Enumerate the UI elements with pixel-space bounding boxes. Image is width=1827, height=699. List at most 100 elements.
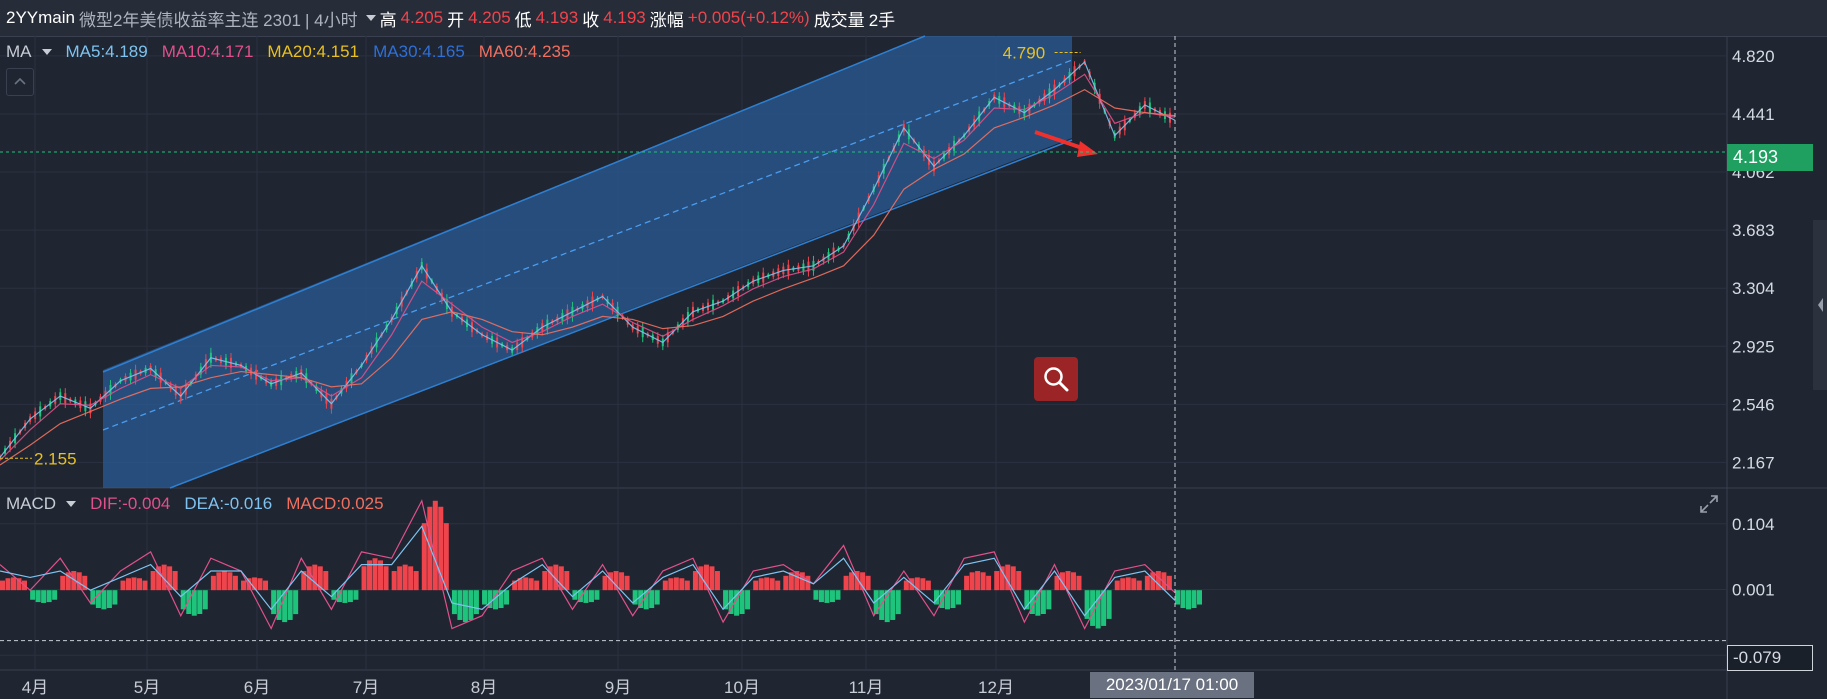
- macd-histogram-bar: [986, 575, 992, 591]
- macd-histogram-bar: [221, 571, 227, 591]
- macd-histogram-bar: [101, 590, 107, 610]
- macd-histogram-bar: [649, 590, 655, 609]
- time-tick-label: 12月: [978, 678, 1014, 697]
- high-price-label: 4.790: [1003, 44, 1046, 63]
- dea-value: DEA:-0.016: [184, 494, 273, 513]
- trend-channel: [103, 36, 1072, 488]
- macd-histogram-bar: [775, 580, 781, 591]
- collapse-button[interactable]: [6, 68, 34, 96]
- macd-histogram-bar: [263, 580, 269, 591]
- macd-histogram-bar: [1125, 577, 1131, 591]
- macd-crosshair-tag: -0.079: [1727, 645, 1813, 671]
- macd-histogram-bar: [824, 590, 830, 603]
- macd-histogram-bar: [1144, 575, 1150, 591]
- search-icon: [1044, 367, 1069, 392]
- macd-histogram-bar: [805, 575, 811, 591]
- macd-histogram-bar: [1131, 578, 1137, 591]
- macd-histogram-bar: [473, 590, 479, 615]
- macd-histogram-bar: [342, 590, 348, 603]
- macd-histogram-bar: [11, 577, 16, 591]
- macd-histogram-bar: [1065, 571, 1071, 591]
- macd-histogram-bar: [227, 572, 233, 591]
- macd-histogram-bar: [408, 566, 414, 591]
- macd-histogram-bar: [150, 571, 156, 591]
- macd-histogram-bar: [202, 590, 208, 610]
- macd-histogram-bar: [588, 590, 594, 603]
- macd-histogram-bar: [1106, 590, 1112, 619]
- chart-canvas[interactable]: 4.8204.4414.0623.6833.3042.9252.5462.167…: [0, 0, 1827, 699]
- macd-histogram-bar: [673, 577, 679, 591]
- macd-histogram-bar: [52, 590, 58, 600]
- macd-histogram-bar: [1046, 590, 1052, 610]
- macd-histogram-bar: [210, 575, 216, 591]
- macd-histogram-bar: [126, 578, 132, 591]
- macd-histogram-bar: [372, 558, 378, 591]
- time-tick-label: 6月: [244, 678, 270, 697]
- macd-histogram-bar: [172, 571, 178, 591]
- price-tick-label: 2.546: [1732, 395, 1775, 414]
- macd-histogram-bar: [0, 580, 5, 591]
- search-button[interactable]: [1034, 357, 1078, 401]
- caret-down-icon[interactable]: [66, 501, 77, 507]
- ma30-value: MA30:4.165: [373, 42, 465, 61]
- macd-histogram-bar: [1180, 590, 1186, 609]
- macd-histogram-bar: [895, 590, 901, 615]
- macd-histogram-bar: [451, 590, 457, 615]
- ma5-value: MA5:4.189: [65, 42, 148, 61]
- macd-histogram-bar: [120, 580, 126, 591]
- macd-histogram-bar: [1016, 571, 1022, 591]
- macd-histogram-bar: [468, 590, 474, 620]
- macd-histogram-bar: [142, 580, 148, 591]
- price-tick-label: 4.441: [1732, 105, 1775, 124]
- macd-histogram-bar: [1120, 578, 1126, 591]
- ma-indicator-title[interactable]: MA: [6, 42, 32, 62]
- scroll-handle-icon[interactable]: [1815, 290, 1825, 320]
- dif-value: DIF:-0.004: [90, 494, 171, 513]
- macd-histogram-bar: [137, 578, 143, 591]
- caret-down-icon[interactable]: [41, 49, 52, 55]
- macd-histogram-bar: [662, 580, 668, 591]
- macd-histogram-bar: [112, 590, 118, 605]
- macd-histogram-bar: [397, 566, 403, 591]
- price-tick-label: 3.683: [1732, 221, 1775, 240]
- macd-histogram-bar: [950, 590, 956, 609]
- macd-histogram-bar: [391, 571, 397, 591]
- macd-histogram-bar: [975, 571, 981, 591]
- price-tick-label: 3.304: [1732, 279, 1775, 298]
- macd-histogram-bar: [383, 566, 389, 591]
- macd-histogram-bar: [849, 572, 855, 591]
- macd-histogram-bar: [487, 590, 493, 609]
- macd-histogram-bar: [843, 575, 849, 591]
- expand-icon[interactable]: [1698, 493, 1720, 515]
- macd-histogram-bar: [654, 590, 660, 605]
- macd-histogram-bar: [427, 506, 433, 591]
- macd-histogram-bar: [216, 572, 222, 591]
- crosshair-date-label: 2023/01/17 01:00: [1090, 672, 1254, 698]
- low-price-label: 2.155: [34, 449, 77, 468]
- macd-histogram-bar: [835, 590, 841, 600]
- macd-histogram-bar: [829, 590, 835, 603]
- macd-histogram-bar: [1175, 590, 1180, 605]
- macd-histogram-bar: [432, 500, 438, 591]
- macd-histogram-bar: [714, 571, 720, 591]
- macd-histogram-bar: [709, 566, 715, 591]
- macd-histogram-bar: [186, 590, 192, 615]
- macd-histogram-bar: [271, 590, 277, 615]
- macd-histogram-bar: [619, 572, 625, 591]
- macd-histogram-bar: [564, 571, 570, 591]
- macd-histogram-bar: [41, 590, 47, 603]
- macd-histogram-bar: [1040, 590, 1046, 615]
- time-tick-label: 7月: [353, 678, 379, 697]
- macd-histogram-bar: [482, 590, 488, 605]
- macd-histogram-bar: [1114, 580, 1120, 591]
- dif-line: [0, 499, 1176, 630]
- macd-histogram-bar: [764, 577, 770, 591]
- time-tick-label: 5月: [134, 678, 160, 697]
- macd-histogram-bar: [361, 566, 367, 591]
- macd-indicator-title[interactable]: MACD: [6, 494, 56, 514]
- macd-histogram-bar: [347, 590, 353, 603]
- macd-histogram-bar: [413, 571, 419, 591]
- macd-histogram-bar: [920, 578, 926, 591]
- macd-histogram-bar: [106, 590, 112, 609]
- macd-histogram-bar: [994, 571, 1000, 591]
